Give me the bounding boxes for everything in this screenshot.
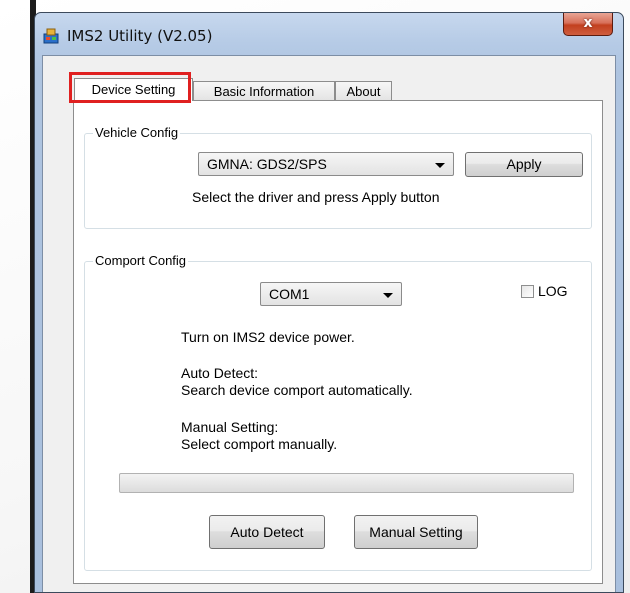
log-checkbox[interactable] [521,285,534,298]
window-client-area: Device Setting Basic Information About V… [42,55,616,592]
auto-detect-button-label: Auto Detect [230,524,304,540]
close-button[interactable]: x [563,13,613,36]
manual-setting-title: Manual Setting: [181,419,279,435]
chevron-down-icon [435,163,445,168]
tab-about[interactable]: About [335,81,392,100]
chevron-down-icon [383,293,393,298]
apply-button[interactable]: Apply [465,152,583,177]
manual-setting-button[interactable]: Manual Setting [354,515,478,549]
apply-button-label: Apply [506,156,542,172]
title-bar[interactable]: IMS2 Utility (V2.05) x [35,13,623,55]
power-instruction: Turn on IMS2 device power. [181,329,355,345]
detect-progress-bar [119,473,574,493]
tab-label: Device Setting [91,82,176,97]
manual-setting-button-label: Manual Setting [369,524,463,540]
tab-device-setting[interactable]: Device Setting [74,78,193,101]
app-icon [43,28,59,44]
vehicle-config-legend: Vehicle Config [93,125,181,140]
log-label: LOG [538,283,568,299]
comport-config-group: Comport Config COM1 LOG Turn on IMS2 dev… [84,253,592,571]
tab-label: About [346,84,381,99]
comport-select-value: COM1 [269,286,310,302]
device-setting-panel: Vehicle Config GMNA: GDS2/SPS Apply Sele… [73,100,603,584]
comport-select[interactable]: COM1 [260,282,402,306]
window-title: IMS2 Utility (V2.05) [67,27,213,45]
driver-select[interactable]: GMNA: GDS2/SPS [198,152,454,176]
tab-basic-information[interactable]: Basic Information [193,81,335,100]
vehicle-config-group: Vehicle Config GMNA: GDS2/SPS Apply Sele… [84,125,592,229]
comport-config-legend: Comport Config [93,253,189,268]
manual-setting-description: Select comport manually. [181,436,338,452]
auto-detect-button[interactable]: Auto Detect [209,515,325,549]
close-icon: x [583,15,593,31]
tab-label: Basic Information [213,84,315,99]
vehicle-config-hint: Select the driver and press Apply button [192,189,440,205]
auto-detect-title: Auto Detect: [181,365,259,381]
app-window: IMS2 Utility (V2.05) x Device Setting Ba… [34,12,624,593]
auto-detect-description: Search device comport automatically. [181,382,413,398]
driver-select-value: GMNA: GDS2/SPS [207,156,327,172]
